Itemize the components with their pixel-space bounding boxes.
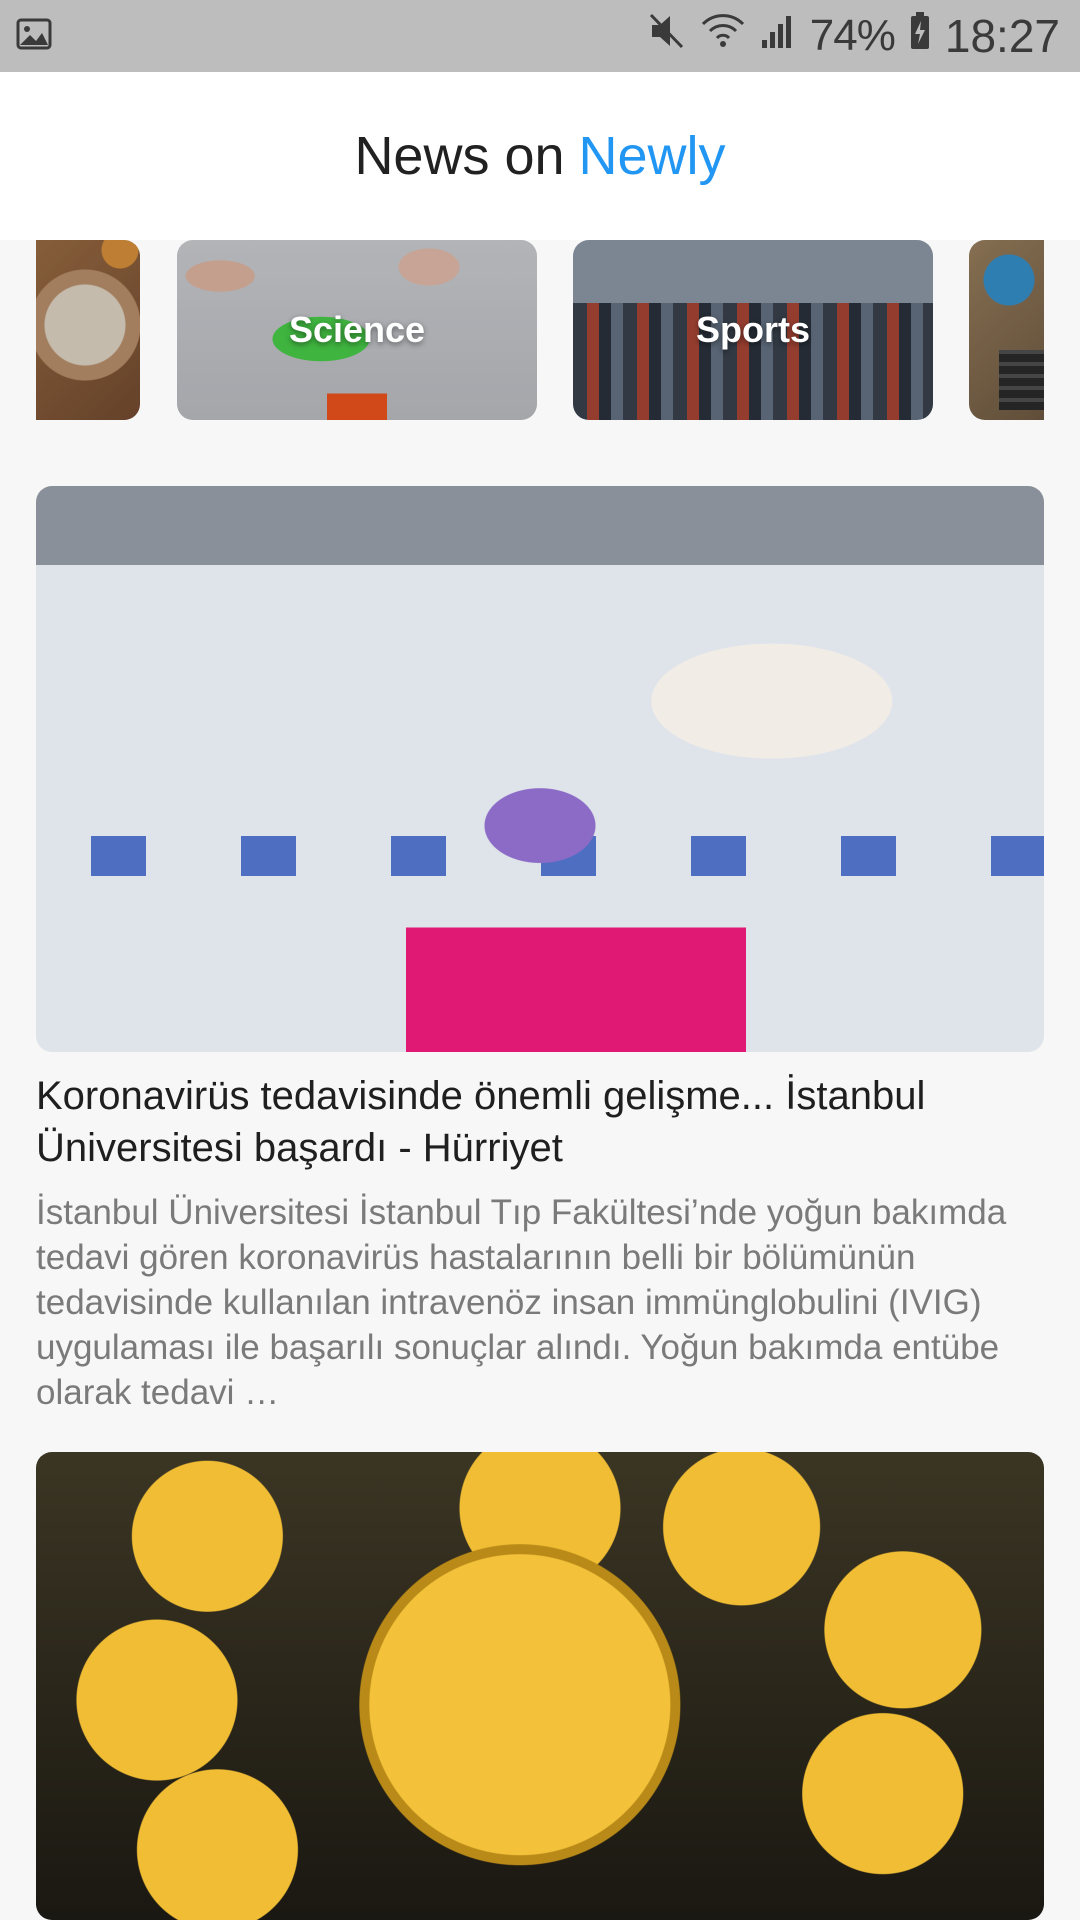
category-image-overlay bbox=[969, 240, 1044, 420]
wifi-icon bbox=[700, 11, 746, 61]
category-label-science: Science bbox=[288, 309, 426, 350]
mute-icon bbox=[648, 11, 686, 62]
news-article[interactable]: Koronavirüs tedavisinde önemli gelişme..… bbox=[36, 486, 1044, 1415]
category-label-sports: Sports bbox=[695, 309, 810, 350]
news-article[interactable] bbox=[36, 1452, 1044, 1920]
category-card-sports[interactable]: Sports bbox=[573, 240, 933, 420]
brand-name: Newly bbox=[578, 126, 726, 186]
article-image[interactable] bbox=[36, 1452, 1044, 1920]
article-image[interactable] bbox=[36, 486, 1044, 1052]
header-title: News on bbox=[354, 126, 565, 186]
battery-charging-icon bbox=[909, 11, 931, 62]
category-carousel[interactable]: Science Sports bbox=[36, 240, 1044, 420]
category-image-overlay bbox=[36, 240, 140, 420]
article-title[interactable]: Koronavirüs tedavisinde önemli gelişme..… bbox=[36, 1070, 1044, 1174]
battery-percentage: 74% bbox=[809, 11, 896, 60]
article-description: İstanbul Üniversitesi İstanbul Tıp Fakül… bbox=[36, 1193, 1007, 1412]
category-card-science[interactable]: Science bbox=[177, 240, 537, 420]
category-card-technology[interactable] bbox=[969, 240, 1044, 420]
status-bar: 74% 18:27 bbox=[0, 0, 1080, 72]
app-header: News on Newly bbox=[0, 72, 1080, 240]
category-card-food[interactable] bbox=[36, 240, 140, 420]
signal-icon bbox=[760, 11, 796, 61]
image-icon bbox=[16, 18, 52, 55]
clock: 18:27 bbox=[944, 10, 1060, 62]
